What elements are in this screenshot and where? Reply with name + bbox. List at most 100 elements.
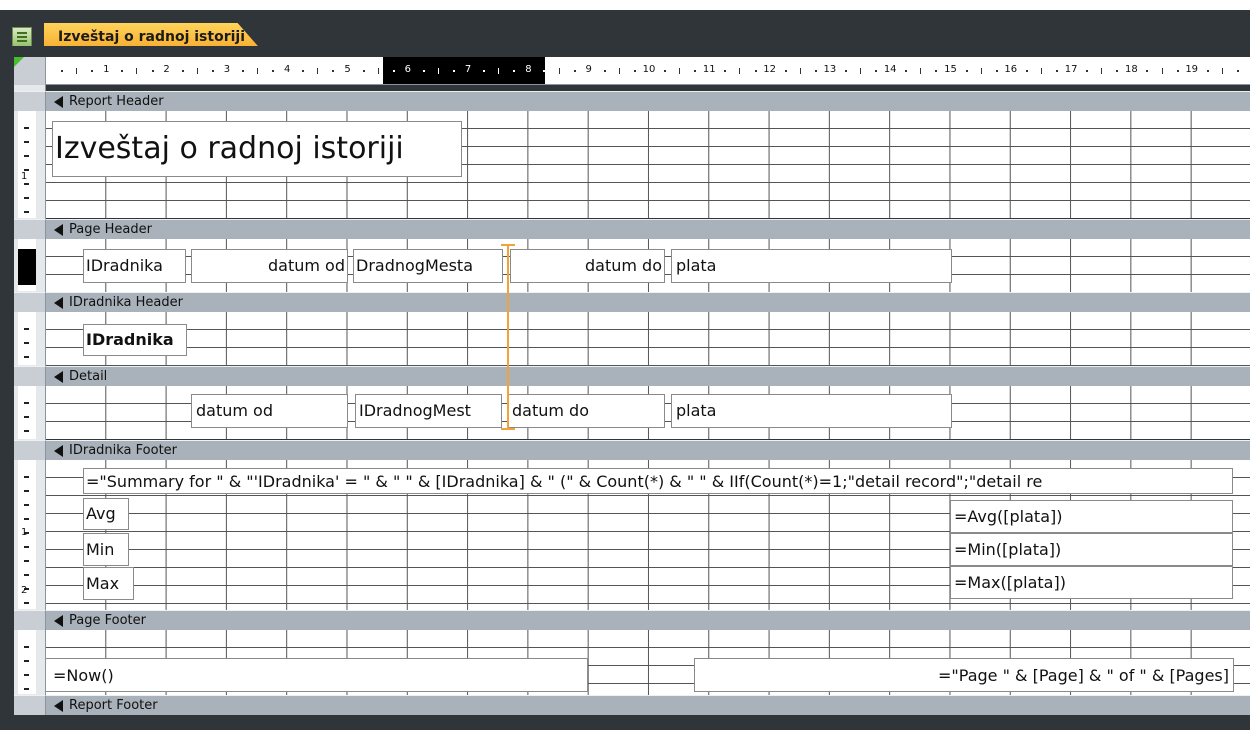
ruler-tick [136, 68, 138, 74]
vertical-ruler-tick [24, 574, 29, 576]
page-footer-band-label: Page Footer [54, 613, 146, 628]
column-resize-guide[interactable] [507, 245, 509, 430]
detail-selector[interactable] [14, 366, 46, 386]
group-footer-band[interactable]: IDradnika Footer [46, 440, 1250, 460]
report-header-selector[interactable] [14, 91, 46, 111]
ruler-tick [860, 68, 862, 74]
max-plata-textbox[interactable]: =Max([plata]) [950, 566, 1233, 599]
page-header-section[interactable]: IDradnika datum od DradnogMesta datum do… [46, 239, 1250, 292]
section-arrow-icon [54, 95, 63, 108]
ruler-tick [1056, 70, 1059, 72]
ruler-label: 6 [403, 64, 412, 76]
ruler-tick [875, 70, 878, 72]
ruler-label: 7 [463, 64, 473, 76]
ruler-label: 10 [641, 64, 657, 76]
report-header-section[interactable]: Izveštaj o radnoj istoriji [46, 111, 1250, 218]
vertical-ruler-label: 1 [21, 527, 28, 538]
group-header-section[interactable]: IDradnika [46, 312, 1250, 366]
group-footer-selector[interactable] [14, 440, 46, 460]
vertical-ruler-tick [24, 211, 29, 213]
group-header-selector[interactable] [14, 292, 46, 312]
header-label-datum-do[interactable]: datum do [510, 249, 665, 283]
vertical-ruler-tick [24, 430, 29, 432]
detail-textbox-idradnogmesta[interactable]: IDradnogMest [355, 394, 502, 428]
now-expression-textbox[interactable]: =Now() [46, 658, 588, 692]
max-label[interactable]: Max [83, 567, 134, 600]
section-arrow-icon [54, 699, 63, 712]
ruler-label: 9 [584, 64, 593, 76]
page-header-band[interactable]: Page Header [46, 219, 1250, 239]
report-selector[interactable] [14, 57, 46, 85]
ruler-label: 11 [701, 64, 717, 76]
ruler-tick [453, 70, 456, 72]
ruler-tick [513, 70, 516, 72]
group-footer-section[interactable]: ="Summary for " & "'IDradnika' = " & " "… [46, 460, 1250, 610]
resize-guide-top-cap [501, 244, 515, 246]
group-header-band[interactable]: IDradnika Header [46, 292, 1250, 312]
section-arrow-icon [54, 296, 63, 309]
ruler-tick [437, 68, 439, 74]
ruler-tick [76, 68, 78, 74]
min-label[interactable]: Min [83, 533, 129, 566]
ruler-label: 17 [1063, 64, 1079, 76]
ruler-label: 14 [882, 64, 898, 76]
ruler-label: 12 [762, 64, 777, 76]
group-header-band-label: IDradnika Header [54, 295, 183, 310]
ruler-tick [618, 68, 620, 74]
vertical-ruler-tick [24, 197, 29, 199]
min-plata-textbox[interactable]: =Min([plata]) [950, 533, 1233, 566]
detail-band[interactable]: Detail [46, 366, 1250, 386]
ruler-tick [392, 70, 395, 72]
ruler-tick [920, 68, 922, 74]
vertical-ruler-tick [24, 476, 29, 478]
page-header-selector[interactable] [14, 219, 46, 239]
avg-plata-textbox[interactable]: =Avg([plata]) [950, 500, 1233, 533]
vertical-ruler-tick [24, 546, 29, 548]
vertical-ruler-tick [24, 356, 29, 358]
report-footer-band[interactable]: Report Footer [46, 695, 1250, 715]
group-header-textbox-idradnika[interactable]: IDradnika [83, 324, 187, 356]
ruler-tick [980, 68, 982, 74]
ruler-tick [1206, 70, 1209, 72]
page-footer-text: Page Footer [69, 613, 146, 628]
ruler-tick [739, 68, 741, 74]
ruler-tick [694, 70, 697, 72]
header-label-datum-od[interactable]: datum od [191, 249, 348, 283]
vertical-ruler-label: 1 [21, 171, 28, 182]
document-tab-strip: Izveštaj o radnoj istoriji [0, 10, 1250, 53]
header-label-idradnogmesta[interactable]: DradnogMesta [353, 249, 503, 283]
ruler-tick [332, 70, 335, 72]
report-header-text: Report Header [69, 94, 164, 109]
header-label-idradnika[interactable]: IDradnika [83, 249, 186, 283]
header-label-plata[interactable]: plata [671, 249, 952, 283]
page-footer-band[interactable]: Page Footer [46, 610, 1250, 630]
report-header-band[interactable]: Report Header [46, 91, 1250, 111]
page-footer-selector[interactable] [14, 610, 46, 630]
report-footer-band-label: Report Footer [54, 698, 158, 713]
ruler-tick [272, 70, 275, 72]
ruler-tick [1146, 70, 1149, 72]
ruler-tick [799, 68, 801, 74]
group-footer-band-label: IDradnika Footer [54, 443, 177, 458]
vertical-ruler-label: 2 [21, 585, 28, 596]
resize-guide-bottom-cap [501, 428, 515, 430]
vertical-ruler-tick [24, 646, 29, 648]
avg-label[interactable]: Avg [83, 498, 129, 530]
report-footer-selector[interactable] [14, 695, 46, 715]
horizontal-ruler[interactable]: 1 2 3 4 5 6 7 8 9 10 11 12 13 14 15 16 17 18 19 [46, 57, 1250, 85]
ruler-tick [61, 70, 64, 72]
summary-expression-textbox[interactable]: ="Summary for " & "'IDradnika' = " & " "… [83, 468, 1233, 494]
detail-textbox-datum-do[interactable]: datum do [507, 394, 665, 428]
ruler-tick [211, 70, 214, 72]
window-top-strip [0, 0, 1250, 10]
group-header-text: IDradnika Header [69, 295, 183, 310]
page-footer-section[interactable]: =Now() ="Page " & [Page] & " of " & [Pag… [46, 630, 1250, 695]
page-number-textbox[interactable]: ="Page " & [Page] & " of " & [Pages] [694, 658, 1234, 692]
ruler-label: 2 [162, 64, 171, 76]
ruler-tick [558, 68, 560, 74]
detail-section[interactable]: datum od IDradnogMest datum do plata [46, 386, 1250, 439]
detail-textbox-plata[interactable]: plata [671, 394, 952, 428]
detail-textbox-datum-od[interactable]: datum od [191, 394, 348, 428]
report-title-label[interactable]: Izveštaj o radnoj istoriji [52, 121, 462, 177]
ruler-tick [1040, 68, 1042, 74]
